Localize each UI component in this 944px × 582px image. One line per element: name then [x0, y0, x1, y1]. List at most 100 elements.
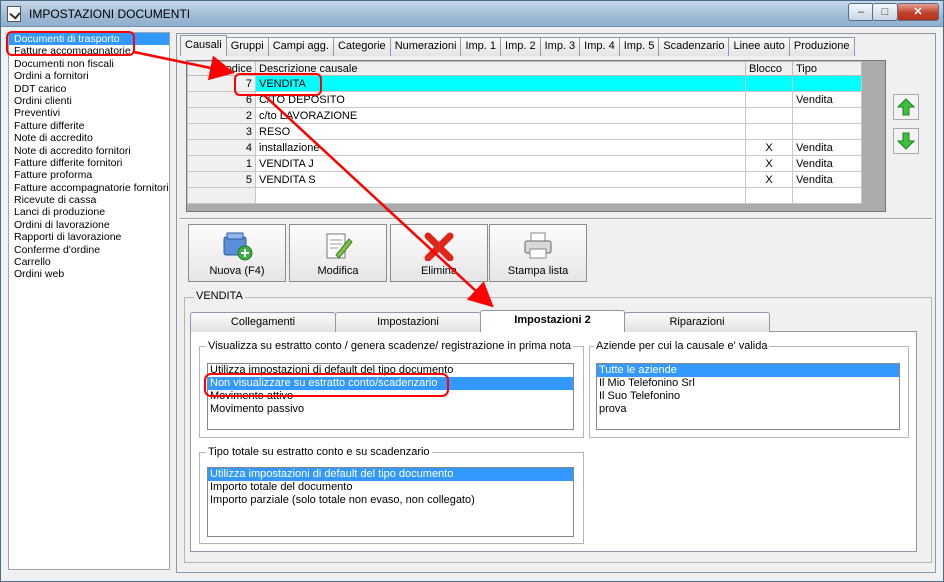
list-item[interactable]: Note di accredito: [9, 132, 169, 144]
tab-imp-3[interactable]: Imp. 3: [539, 37, 581, 56]
tab-impostazioni[interactable]: Impostazioni: [335, 312, 481, 332]
estratto-conto-legend: Visualizza su estratto conto / genera sc…: [206, 340, 573, 352]
document-check-icon: [7, 6, 21, 22]
tab-scadenzario[interactable]: Scadenzario: [658, 37, 730, 56]
table-row[interactable]: 6 C/TO DEPOSITO Vendita: [187, 91, 862, 108]
list-item[interactable]: Non visualizzare su estratto conto/scade…: [208, 377, 573, 390]
causali-grid[interactable]: Codice Descrizione causale Blocco Tipo 7…: [186, 60, 886, 212]
document-type-list[interactable]: Documenti di trasporto Fatture accompagn…: [8, 32, 170, 570]
move-down-button[interactable]: [893, 128, 919, 154]
tipo-totale-listbox[interactable]: Utilizza impostazioni di default del tip…: [207, 467, 574, 537]
minimize-button[interactable]: –: [848, 3, 874, 21]
list-item[interactable]: Ricevute di cassa: [9, 194, 169, 206]
list-item[interactable]: Fatture differite fornitori: [9, 157, 169, 169]
list-item[interactable]: Utilizza impostazioni di default del tip…: [208, 468, 573, 481]
list-item[interactable]: Lanci di produzione: [9, 206, 169, 218]
cell-description: VENDITA: [255, 75, 746, 92]
tab-impostazioni-2[interactable]: Impostazioni 2: [480, 310, 625, 332]
list-item[interactable]: Conferme d'ordine: [9, 244, 169, 256]
tab-linee-auto[interactable]: Linee auto: [728, 37, 790, 56]
table-row[interactable]: 1 VENDITA J X Vendita: [187, 155, 862, 172]
list-item[interactable]: Note di accredito fornitori: [9, 145, 169, 157]
tab-gruppi[interactable]: Gruppi: [225, 37, 269, 56]
list-item[interactable]: Ordini clienti: [9, 95, 169, 107]
list-item[interactable]: Documenti non fiscali: [9, 58, 169, 70]
table-row[interactable]: 4 installazione X Vendita: [187, 139, 862, 156]
move-up-button[interactable]: [893, 94, 919, 120]
list-item[interactable]: Ordini a fornitori: [9, 70, 169, 82]
list-item[interactable]: Fatture proforma: [9, 169, 169, 181]
list-item[interactable]: Movimento passivo: [208, 403, 573, 416]
tab-imp-5[interactable]: Imp. 5: [618, 37, 660, 56]
cell-code: 4: [187, 139, 256, 156]
column-header-codice[interactable]: Codice: [187, 61, 256, 76]
cell-code: 7: [187, 75, 256, 92]
cell-description: c/to LAVORAZIONE: [255, 107, 746, 124]
list-item[interactable]: Importo parziale (solo totale non evaso,…: [208, 494, 573, 507]
list-item[interactable]: Il Suo Telefonino: [597, 390, 899, 403]
column-header-tipo[interactable]: Tipo: [792, 61, 862, 76]
list-item[interactable]: Fatture accompagnatorie fornitori: [9, 182, 169, 194]
tab-produzione[interactable]: Produzione: [788, 37, 855, 56]
title-bar: IMPOSTAZIONI DOCUMENTI – □ ✕: [1, 1, 943, 27]
delete-x-icon: [424, 232, 454, 261]
cell-type: Vendita: [792, 155, 862, 172]
cell-code: 3: [187, 123, 256, 140]
aziende-listbox[interactable]: Tutte le aziende Il Mio Telefonino Srl I…: [596, 363, 900, 430]
list-item[interactable]: Movimento attivo: [208, 390, 573, 403]
new-button[interactable]: Nuova (F4): [188, 224, 286, 282]
tab-categorie[interactable]: Categorie: [332, 37, 391, 56]
list-item[interactable]: DDT carico: [9, 83, 169, 95]
list-item[interactable]: Tutte le aziende: [597, 364, 899, 377]
cell-type: Vendita: [792, 139, 862, 156]
list-item[interactable]: Utilizza impostazioni di default del tip…: [208, 364, 573, 377]
cell-description: RESO: [255, 123, 746, 140]
tab-numerazioni[interactable]: Numerazioni: [389, 37, 462, 56]
arrow-up-icon: [897, 98, 915, 116]
new-document-icon: [223, 232, 253, 261]
list-item[interactable]: Rapporti di lavorazione: [9, 231, 169, 243]
table-row[interactable]: 2 c/to LAVORAZIONE: [187, 107, 862, 124]
delete-button[interactable]: Elimina: [390, 224, 488, 282]
tab-campi-agg[interactable]: Campi agg.: [267, 37, 334, 56]
table-row[interactable]: 7 VENDITA: [187, 75, 862, 92]
maximize-button[interactable]: □: [872, 3, 898, 21]
cell-description: VENDITA S: [255, 171, 746, 188]
cell-type: [792, 123, 862, 140]
cell-code: 6: [187, 91, 256, 108]
tab-imp-1[interactable]: Imp. 1: [460, 37, 502, 56]
cell-block: X: [745, 171, 793, 188]
cell-type: [792, 107, 862, 124]
tab-imp-4[interactable]: Imp. 4: [579, 37, 620, 56]
cell-description: installazione: [255, 139, 746, 156]
tab-riparazioni[interactable]: Riparazioni: [624, 312, 770, 332]
edit-pencil-icon: [326, 233, 353, 259]
close-button[interactable]: ✕: [897, 3, 939, 21]
list-item[interactable]: Documenti di trasporto: [9, 33, 169, 46]
table-row-empty[interactable]: [187, 187, 862, 204]
cell-block: [745, 107, 793, 124]
print-button[interactable]: Stampa lista: [489, 224, 587, 282]
table-row[interactable]: 3 RESO: [187, 123, 862, 140]
edit-button[interactable]: Modifica: [289, 224, 387, 282]
list-item[interactable]: Importo totale del documento: [208, 481, 573, 494]
list-item[interactable]: Fatture differite: [9, 120, 169, 132]
list-item[interactable]: prova: [597, 403, 899, 416]
estratto-conto-listbox[interactable]: Utilizza impostazioni di default del tip…: [207, 363, 574, 430]
list-item[interactable]: Ordini di lavorazione: [9, 219, 169, 231]
cell-code: 1: [187, 155, 256, 172]
tab-imp-2[interactable]: Imp. 2: [500, 37, 541, 56]
arrow-down-icon: [897, 132, 915, 150]
cell-code: 2: [187, 107, 256, 124]
tab-collegamenti[interactable]: Collegamenti: [190, 312, 336, 332]
list-item[interactable]: Il Mio Telefonino Srl: [597, 377, 899, 390]
column-header-descrizione[interactable]: Descrizione causale: [255, 61, 746, 76]
table-row[interactable]: 5 VENDITA S X Vendita: [187, 171, 862, 188]
list-item[interactable]: Ordini web: [9, 268, 169, 280]
list-item[interactable]: Preventivi: [9, 107, 169, 119]
vendita-group-title: VENDITA: [194, 290, 245, 302]
tab-causali[interactable]: Causali: [180, 35, 227, 56]
column-header-blocco[interactable]: Blocco: [745, 61, 793, 76]
list-item[interactable]: Carrello: [9, 256, 169, 268]
list-item[interactable]: Fatture accompagnatorie: [9, 45, 169, 57]
